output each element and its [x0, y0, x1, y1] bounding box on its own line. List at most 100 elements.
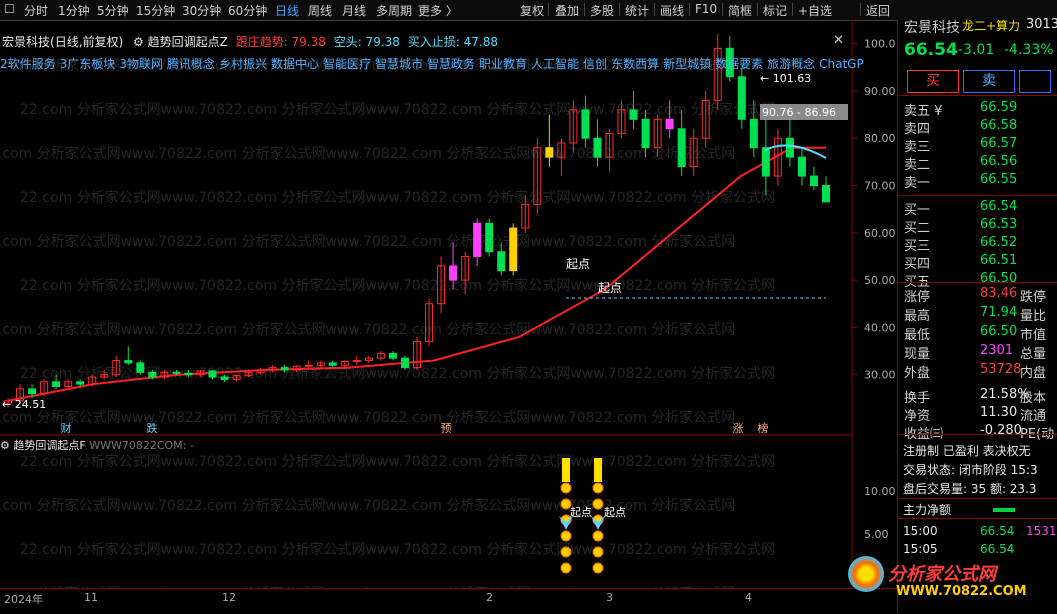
- concept-tag[interactable]: 人工智能: [531, 57, 579, 71]
- time-tick: 11: [84, 591, 98, 604]
- time-tick: 3: [606, 591, 613, 604]
- concept-tag[interactable]: 乡村振兴: [219, 57, 267, 71]
- divider: [898, 195, 1057, 196]
- quote-value: 66.52: [980, 235, 1018, 250]
- candle-body: [184, 372, 193, 376]
- quote-value: -0.280: [980, 423, 1022, 438]
- chart-close-icon[interactable]: ✕: [833, 33, 844, 48]
- price-tick-label: 100.0: [864, 38, 896, 51]
- tool-f10[interactable]: F10: [695, 2, 717, 16]
- indicator-settings-icon[interactable]: ⚙: [133, 35, 144, 49]
- concept-tag[interactable]: 职业教育: [479, 57, 527, 71]
- logo-title: 分析家公式网: [888, 564, 996, 585]
- event-marker: 预: [441, 422, 452, 435]
- price-tick-label: 80.00: [864, 132, 896, 145]
- sell-button[interactable]: 卖: [963, 70, 1015, 93]
- candle-body: [473, 222, 482, 257]
- concept-tag[interactable]: 2软件服务: [0, 57, 56, 71]
- period-intraday[interactable]: 分时: [24, 2, 48, 19]
- concept-tag[interactable]: 智慧政务: [427, 57, 475, 71]
- tool-mark[interactable]: 标记: [763, 2, 787, 19]
- watermark-text: 22.com 分析家公式网www.70822.com 分析家公式网www.708…: [20, 189, 775, 206]
- concept-tag[interactable]: 东数西算: [611, 57, 659, 71]
- candle-body: [497, 251, 506, 272]
- candle-body: [761, 147, 770, 177]
- concept-tag[interactable]: 智能医疗: [323, 57, 371, 71]
- concept-tag[interactable]: 数据中心: [271, 57, 319, 71]
- time-tick: 2024年: [4, 593, 43, 606]
- tool-adjust[interactable]: 复权: [520, 2, 544, 19]
- buy-button[interactable]: 买: [907, 70, 959, 93]
- sub-indicator-name[interactable]: 趋势回调起点F: [13, 439, 85, 452]
- period-weekly[interactable]: 周线: [308, 2, 332, 19]
- divider: [898, 518, 1057, 519]
- time-axis: 2024年 11 12 2 3 4: [0, 588, 897, 614]
- concept-tag[interactable]: 信创: [583, 57, 607, 71]
- panel-change: -3.01: [958, 42, 995, 58]
- tool-add-watchlist[interactable]: +自选: [798, 2, 832, 19]
- tool-simple[interactable]: 简框: [728, 2, 752, 19]
- sub-tick-label: 5.00: [864, 528, 889, 541]
- tick-volume: 1531: [1026, 524, 1057, 538]
- quote-panel: 宏景科技 龙二+算力 3013 66.54 -3.01 -4.33% 买 卖 卖…: [897, 17, 1057, 613]
- time-tick: 12: [222, 591, 236, 604]
- price-tick-label: 50.00: [864, 274, 896, 287]
- sub-start-label: 起点: [604, 506, 626, 519]
- sub-indicator-settings-icon[interactable]: ⚙: [0, 439, 10, 452]
- candle-body: [280, 367, 289, 371]
- tool-overlay[interactable]: 叠加: [555, 2, 579, 19]
- candle-body: [749, 118, 758, 149]
- concept-tag[interactable]: 新型城镇: [663, 57, 711, 71]
- tool-drawline[interactable]: 画线: [660, 2, 684, 19]
- quote-value: 53728: [980, 362, 1022, 377]
- candle-body: [28, 388, 37, 395]
- candle-body: [822, 185, 830, 203]
- period-monthly[interactable]: 月线: [342, 2, 366, 19]
- tool-multistock[interactable]: 多股: [590, 2, 614, 19]
- concept-tag[interactable]: 数据要素: [715, 57, 763, 71]
- low-label: ← 24.51: [2, 398, 46, 411]
- period-more[interactable]: 更多 〉: [418, 2, 458, 19]
- quote-value: 2301: [980, 343, 1014, 358]
- quote-value: 66.56: [980, 154, 1018, 169]
- period-30min[interactable]: 30分钟: [182, 2, 221, 19]
- panel-price: 66.54: [904, 40, 958, 60]
- kline-chart-area[interactable]: 22.com 分析家公式网www.70822.com 分析家公式网www.708…: [0, 20, 897, 588]
- period-multi[interactable]: 多周期: [376, 2, 412, 19]
- indicator-name[interactable]: 趋势回调起点Z: [148, 35, 228, 49]
- concept-tag[interactable]: 3广东板块: [60, 57, 116, 71]
- concept-tag[interactable]: ChatGP: [819, 57, 864, 71]
- watermark-text: 22.com 分析家公式网www.70822.com 分析家公式网www.708…: [0, 409, 735, 426]
- logo-flower-icon: [848, 556, 884, 592]
- candle-body: [148, 371, 157, 378]
- candle-body: [785, 137, 794, 158]
- period-daily[interactable]: 日线: [275, 2, 299, 19]
- quote-value: 66.55: [980, 172, 1018, 187]
- period-5min[interactable]: 5分钟: [97, 2, 129, 19]
- divider: [584, 3, 585, 16]
- candle-body: [485, 222, 494, 253]
- concept-tag[interactable]: 腾讯概念: [167, 57, 215, 71]
- quote-value: 66.53: [980, 217, 1018, 232]
- candle-body: [220, 376, 229, 380]
- divider: [654, 3, 655, 16]
- concept-tag[interactable]: 智慧城市: [375, 57, 423, 71]
- concept-tag[interactable]: 3物联网: [119, 57, 163, 71]
- concept-tag[interactable]: 旅游概念: [767, 57, 815, 71]
- candle-body: [593, 137, 602, 158]
- money-icon: [592, 530, 604, 542]
- period-15min[interactable]: 15分钟: [136, 2, 175, 19]
- tool-back[interactable]: 返回: [866, 2, 890, 19]
- stat-row: 换手 21.58% 股本: [898, 385, 1057, 406]
- event-marker: 跌: [147, 421, 158, 435]
- event-marker: 榜: [758, 421, 769, 435]
- period-60min[interactable]: 60分钟: [228, 2, 267, 19]
- more-trade-button[interactable]: [1019, 70, 1051, 93]
- period-1min[interactable]: 1分钟: [58, 2, 90, 19]
- toolbar-menu-icon[interactable]: ☐: [4, 2, 15, 16]
- tool-stats[interactable]: 统计: [625, 2, 649, 19]
- watermark-text: 22.com 分析家公式网www.70822.com 分析家公式网www.708…: [0, 321, 735, 338]
- candle-body: [641, 118, 650, 149]
- quote-value: 83.46: [980, 286, 1018, 301]
- kline-chart[interactable]: 22.com 分析家公式网www.70822.com 分析家公式网www.708…: [0, 20, 897, 588]
